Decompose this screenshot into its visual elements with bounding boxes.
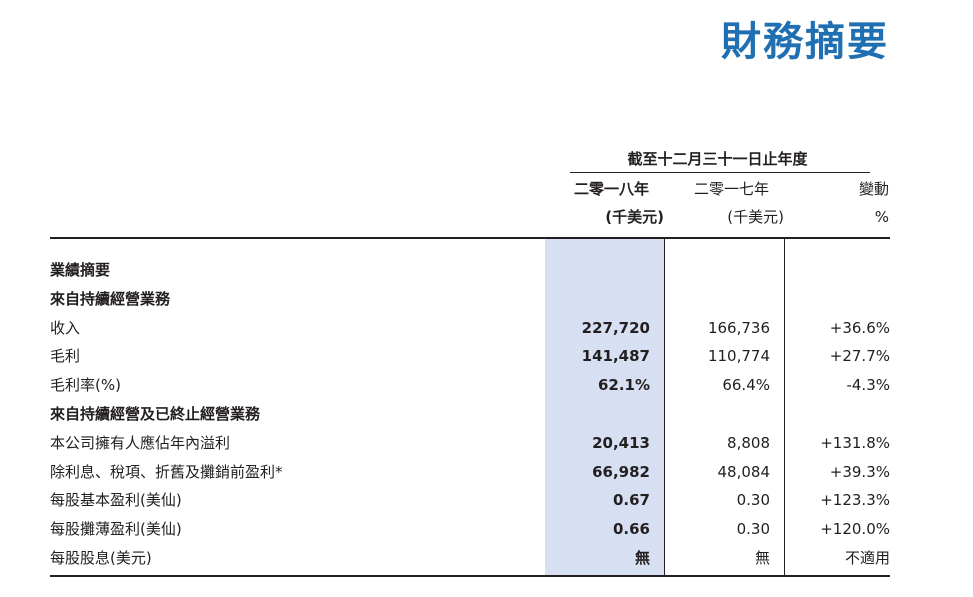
value-2018: 227,720 xyxy=(581,318,650,337)
col-change-label: 變動 xyxy=(858,180,889,198)
value-change: +120.0% xyxy=(820,520,890,539)
row-label: 收入 xyxy=(50,318,81,337)
value-2018: 20,413 xyxy=(592,433,650,452)
row-label: 毛利率(%) xyxy=(50,376,121,395)
row-label: 每股股息(美元) xyxy=(50,549,152,567)
table-row: 每股攤薄盈利(美仙) 0.66 0.30 +120.0% xyxy=(50,515,890,543)
row-label: 來自持續經營及已終止經營業務 xyxy=(50,405,261,423)
value-2017: 0.30 xyxy=(736,491,770,510)
col-2017-unit: (千美元) xyxy=(727,208,784,226)
row-label: 每股攤薄盈利(美仙) xyxy=(50,520,182,539)
period-rule xyxy=(570,172,870,173)
col-2017-year: 二零一七年 xyxy=(693,180,769,198)
table-top-rule xyxy=(50,237,890,239)
value-change: +36.6% xyxy=(829,318,890,337)
row-label: 來自持續經營業務 xyxy=(50,289,171,308)
value-2018: 無 xyxy=(634,549,650,567)
row-label: 除利息、稅項、折舊及攤銷前盈利* xyxy=(50,462,283,481)
row-label: 業績摘要 xyxy=(50,261,111,279)
table-row: 每股基本盈利(美仙) 0.67 0.30 +123.3% xyxy=(50,486,890,514)
table-row: 來自持續經營業務 xyxy=(50,285,890,313)
table-row: 除利息、稅項、折舊及攤銷前盈利* 66,982 48,084 +39.3% xyxy=(50,458,890,486)
table-row: 本公司擁有人應佔年內溢利 20,413 8,808 +131.8% xyxy=(50,429,890,457)
value-2017: 66.4% xyxy=(722,376,770,395)
table-row: 來自持續經營及已終止經營業務 xyxy=(50,400,890,428)
row-label: 毛利 xyxy=(50,347,81,366)
value-2017: 8,808 xyxy=(727,433,770,452)
row-label: 每股基本盈利(美仙) xyxy=(50,491,182,510)
value-2017: 48,084 xyxy=(717,462,771,481)
col-change-unit: % xyxy=(874,208,889,226)
col-2018-year: 二零一八年 xyxy=(573,180,649,198)
table-row: 每股股息(美元) 無 無 不適用 xyxy=(50,544,890,572)
table-row: 收入 227,720 166,736 +36.6% xyxy=(50,314,890,342)
table-row: 業績摘要 xyxy=(50,256,890,284)
value-change: +39.3% xyxy=(829,462,890,481)
value-2018: 62.1% xyxy=(597,376,650,395)
value-2017: 166,736 xyxy=(707,318,770,337)
value-2017: 0.30 xyxy=(736,520,770,539)
value-2018: 0.67 xyxy=(612,491,650,510)
value-2017: 無 xyxy=(754,549,770,567)
value-change: +27.7% xyxy=(829,347,890,366)
value-change: 不適用 xyxy=(844,549,890,567)
table-row: 毛利 141,487 110,774 +27.7% xyxy=(50,342,890,370)
col-2018-unit: (千美元) xyxy=(605,208,664,226)
value-2018: 141,487 xyxy=(581,347,650,366)
value-2018: 66,982 xyxy=(592,462,650,481)
value-change: +131.8% xyxy=(820,433,890,452)
value-change: -4.3% xyxy=(846,376,890,395)
value-2018: 0.66 xyxy=(612,520,650,539)
value-2017: 110,774 xyxy=(707,347,770,366)
row-label: 本公司擁有人應佔年內溢利 xyxy=(50,433,231,452)
table-bottom-rule xyxy=(50,575,890,577)
value-change: +123.3% xyxy=(820,491,890,510)
period-header: 截至十二月三十一日止年度 xyxy=(627,150,808,168)
page-title: 財務摘要 xyxy=(721,19,889,65)
table-row: 毛利率(%) 62.1% 66.4% -4.3% xyxy=(50,371,890,399)
